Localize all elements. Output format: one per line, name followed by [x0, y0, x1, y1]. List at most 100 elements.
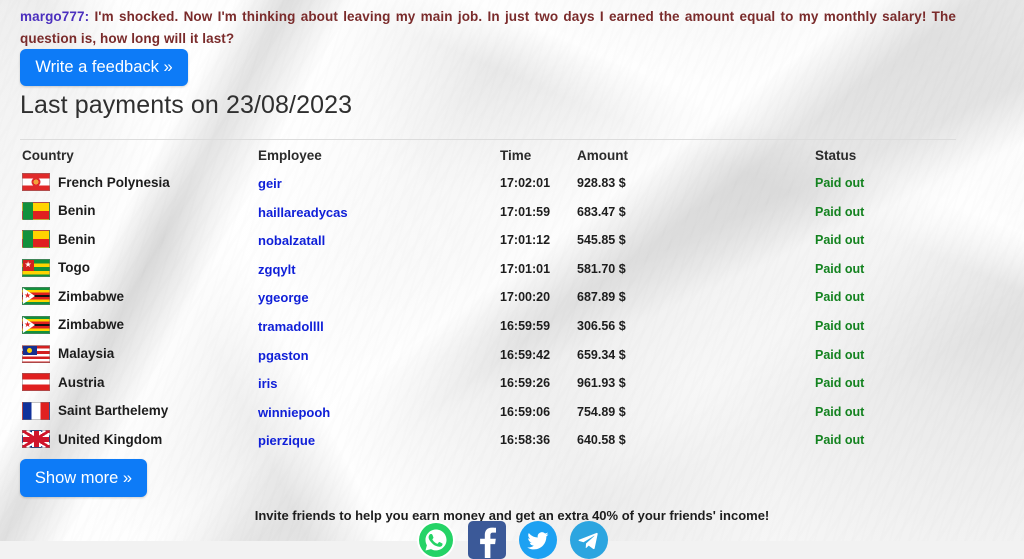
page-root: margo777: I'm shocked. Now I'm thinking … — [0, 0, 1024, 559]
column-header-amount: Amount — [577, 148, 628, 163]
employee-link[interactable]: tramadollll — [258, 319, 324, 334]
cell-country: Zimbabwe — [22, 315, 125, 334]
cell-time: 17:01:59 — [500, 204, 551, 219]
status-badge: Paid out — [815, 347, 865, 362]
cell-time: 16:59:06 — [500, 404, 551, 419]
whatsapp-share-icon[interactable] — [416, 521, 455, 559]
cell-country: Austria — [22, 373, 105, 392]
page-title: Last payments on 23/08/2023 — [20, 91, 353, 119]
table-body: French Polynesia geir 17:02:01 928.83 $ Paid… — [0, 170, 1024, 456]
table-row: Benin haillareadycas 17:01:59 683.47 $ Paid … — [0, 199, 1024, 228]
column-header-country: Country — [22, 148, 74, 163]
employee-link[interactable]: ygeorge — [258, 290, 309, 305]
cell-time: 16:59:59 — [500, 318, 551, 333]
employee-link[interactable]: pgaston — [258, 348, 309, 363]
cell-amount: 581.70 $ — [577, 261, 626, 276]
cell-country: Benin — [22, 230, 96, 249]
cell-amount: 928.83 $ — [577, 176, 626, 190]
table-row: Austria iris 16:59:26 961.93 $ Paid out — [0, 370, 1024, 399]
twitter-share-icon[interactable] — [518, 521, 557, 559]
cell-time: 17:02:01 — [500, 176, 551, 190]
cell-country: French Polynesia — [22, 173, 170, 191]
country-name: Austria — [58, 374, 105, 390]
employee-link[interactable]: pierzique — [258, 433, 315, 448]
table-row: Togo zgqylt 17:01:01 581.70 $ Paid out — [0, 256, 1024, 285]
flag-bl-icon — [22, 401, 50, 420]
country-name: Malaysia — [58, 346, 115, 362]
flag-gb-icon — [22, 430, 50, 449]
cell-time: 17:00:20 — [500, 290, 551, 305]
flag-pf-icon — [22, 173, 50, 191]
country-name: Saint Barthelemy — [58, 403, 169, 419]
cell-country: Malaysia — [22, 344, 115, 363]
table-row: Saint Barthelemy winniepooh 16:59:06 754.89… — [0, 399, 1024, 428]
testimonial-body: I'm shocked. Now I'm thinking about leav… — [20, 9, 956, 46]
cell-amount: 640.58 $ — [577, 433, 626, 448]
table-row: Zimbabwe ygeorge 17:00:20 687.89 $ Paid out — [0, 284, 1024, 313]
facebook-share-icon[interactable] — [467, 521, 506, 559]
status-badge: Paid out — [815, 433, 865, 448]
cell-amount: 961.93 $ — [577, 376, 626, 391]
status-badge: Paid out — [815, 404, 865, 419]
status-badge: Paid out — [815, 261, 865, 276]
payments-table: Country Employee Time Amount Status Fren… — [0, 148, 1024, 456]
table-row: Benin nobalzatall 17:01:12 545.85 $ Paid out — [0, 227, 1024, 256]
country-name: Benin — [58, 231, 96, 247]
flag-my-icon — [22, 344, 50, 363]
cell-time: 16:58:36 — [500, 433, 551, 448]
cell-time: 17:01:01 — [500, 261, 551, 276]
cell-time: 17:01:12 — [500, 233, 551, 248]
cell-country: Saint Barthelemy — [22, 401, 169, 420]
column-header-employee: Employee — [258, 148, 322, 163]
table-header-row: Country Employee Time Amount Status — [0, 148, 1024, 170]
country-name: United Kingdom — [58, 431, 163, 447]
country-name: Zimbabwe — [58, 288, 125, 304]
social-share-row — [0, 521, 1024, 559]
country-name: Togo — [58, 260, 90, 276]
cell-time: 16:59:42 — [500, 347, 551, 362]
cell-country: Zimbabwe — [22, 287, 125, 306]
write-feedback-button[interactable]: Write a feedback » — [20, 49, 188, 86]
country-name: Benin — [58, 203, 96, 219]
cell-country: Benin — [22, 201, 96, 220]
testimonial-text: margo777: I'm shocked. Now I'm thinking … — [20, 6, 956, 50]
employee-link[interactable]: iris — [258, 376, 278, 391]
show-more-button[interactable]: Show more » — [20, 459, 147, 497]
table-row: French Polynesia geir 17:02:01 928.83 $ Paid… — [0, 170, 1024, 199]
title-divider — [20, 139, 956, 140]
country-name: French Polynesia — [58, 174, 170, 190]
cell-country: United Kingdom — [22, 430, 163, 449]
status-badge: Paid out — [815, 204, 865, 219]
telegram-share-icon[interactable] — [569, 521, 608, 559]
employee-link[interactable]: nobalzatall — [258, 233, 325, 248]
cell-country: Togo — [22, 258, 90, 277]
cell-amount: 754.89 $ — [577, 404, 626, 419]
status-badge: Paid out — [815, 290, 865, 305]
testimonial-username: margo777: — [20, 9, 90, 24]
flag-at-icon — [22, 373, 50, 392]
flag-bj-icon — [22, 201, 50, 220]
table-row: Malaysia pgaston 16:59:42 659.34 $ Paid out — [0, 342, 1024, 371]
table-row: Zimbabwe tramadollll 16:59:59 306.56 $ Paid … — [0, 313, 1024, 342]
flag-zw-icon — [22, 287, 50, 306]
employee-link[interactable]: geir — [258, 176, 282, 191]
status-badge: Paid out — [815, 376, 865, 391]
cell-amount: 306.56 $ — [577, 318, 626, 333]
country-name: Zimbabwe — [58, 317, 125, 333]
status-badge: Paid out — [815, 233, 865, 248]
cell-amount: 683.47 $ — [577, 204, 626, 219]
status-badge: Paid out — [815, 318, 865, 333]
cell-amount: 687.89 $ — [577, 290, 626, 305]
cell-amount: 545.85 $ — [577, 233, 626, 248]
cell-amount: 659.34 $ — [577, 347, 626, 362]
flag-tg-icon — [22, 258, 50, 277]
table-row: United Kingdom pierzique 16:58:36 640.58 $ P… — [0, 427, 1024, 456]
column-header-time: Time — [500, 148, 532, 163]
employee-link[interactable]: haillareadycas — [258, 205, 348, 220]
flag-bj-icon — [22, 230, 50, 249]
column-header-status: Status — [815, 148, 857, 163]
flag-zw-icon — [22, 315, 50, 334]
employee-link[interactable]: zgqylt — [258, 262, 296, 277]
status-badge: Paid out — [815, 176, 865, 190]
employee-link[interactable]: winniepooh — [258, 405, 330, 420]
